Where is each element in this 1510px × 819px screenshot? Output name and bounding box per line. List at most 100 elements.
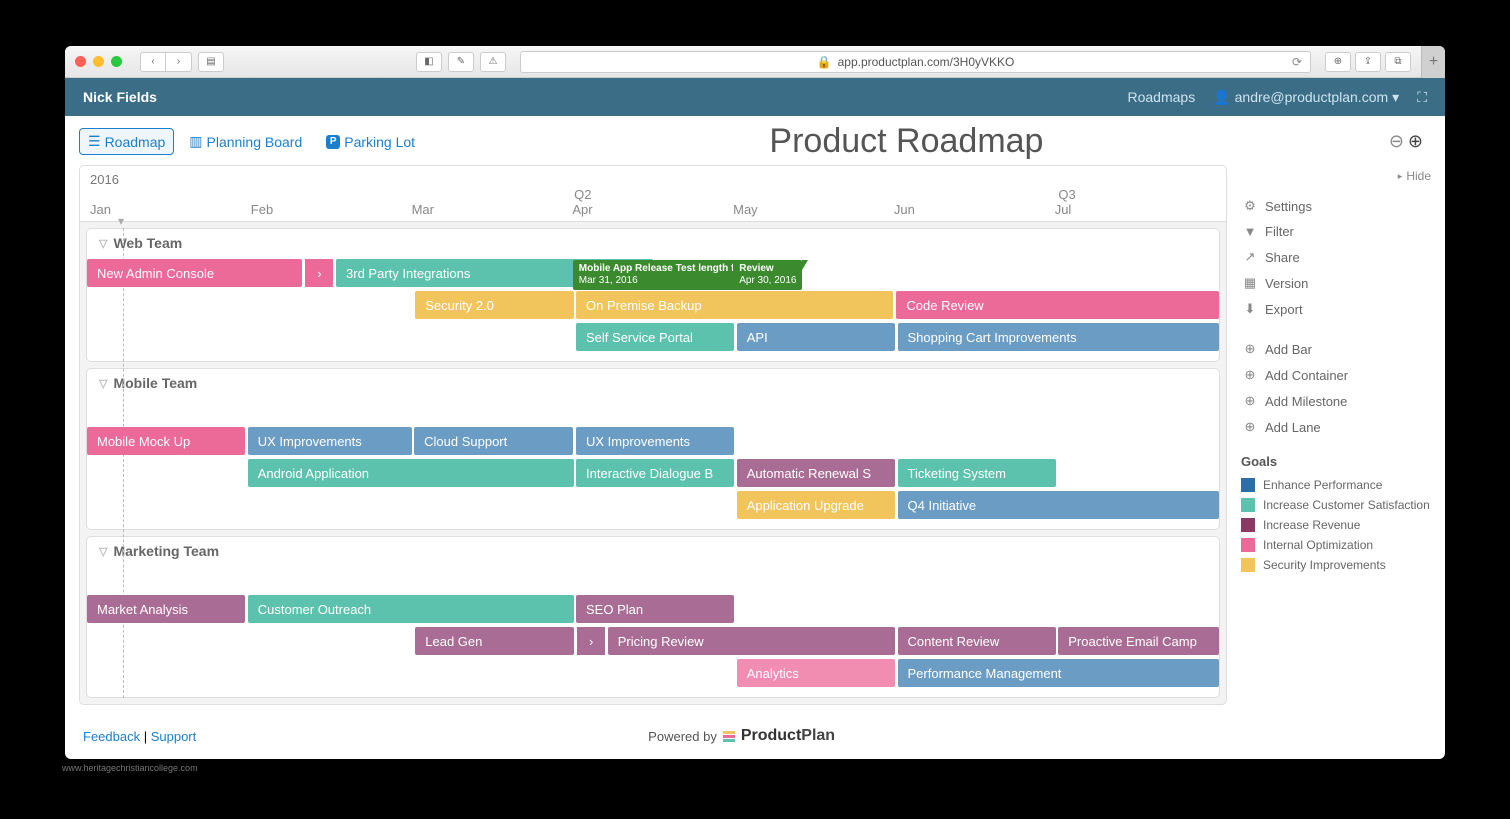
lane-row: Android ApplicationInteractive Dialogue …	[87, 459, 1219, 489]
parking-icon: P	[326, 135, 340, 149]
tab-roadmap[interactable]: ☰Roadmap	[79, 128, 174, 155]
month-label: Jun	[894, 202, 1055, 217]
roadmap-bar[interactable]: Self Service Portal	[576, 323, 734, 351]
goal-item[interactable]: Enhance Performance	[1241, 475, 1431, 495]
account-email: andre@productplan.com	[1235, 89, 1389, 105]
tabs-icon[interactable]: ⧉	[1385, 52, 1411, 72]
tab-label: Planning Board	[207, 134, 303, 150]
lane: ▽Mobile TeamMobile App Release Test leng…	[86, 368, 1220, 530]
roadmap-bar[interactable]: SEO Plan	[576, 595, 734, 623]
wand-icon[interactable]: ✎	[448, 52, 474, 72]
roadmap-bar[interactable]: Application Upgrade	[737, 491, 895, 519]
nav-back-forward[interactable]: ‹›	[140, 52, 192, 72]
side-add-lane[interactable]: ⊕Add Lane	[1241, 414, 1431, 440]
roadmap-bar[interactable]: Pricing Review	[608, 627, 896, 655]
roadmap-bar[interactable]: New Admin Console	[87, 259, 302, 287]
side-add-bar[interactable]: ⊕ Add Bar	[1241, 336, 1431, 362]
plus-circle-icon: ⊕	[1243, 393, 1257, 409]
quarter-label: Q3	[1058, 187, 1216, 202]
side-label: Export	[1265, 302, 1303, 317]
nav-roadmaps[interactable]: Roadmaps	[1127, 89, 1195, 105]
roadmap-bar[interactable]: Shopping Cart Improvements	[898, 323, 1219, 351]
roadmap-bar[interactable]: Code Review	[896, 291, 1219, 319]
lane-header[interactable]: ▽Marketing Team	[87, 537, 1219, 565]
side-export[interactable]: ⬇Export	[1241, 296, 1431, 322]
roadmap-bar[interactable]: Android Application	[248, 459, 574, 487]
brand-part1: Product	[741, 727, 801, 744]
zoom-out-icon[interactable]: ⊖	[1389, 131, 1404, 152]
lane-header[interactable]: ▽Web Team	[87, 229, 1219, 257]
roadmap-bar[interactable]: Market Analysis	[87, 595, 245, 623]
roadmap-bar[interactable]: Performance Management	[898, 659, 1219, 687]
page-title: Product Roadmap	[430, 122, 1383, 161]
roadmap-bar[interactable]: UX Improvements	[576, 427, 734, 455]
feedback-link[interactable]: Feedback	[83, 729, 140, 744]
hide-sidebar[interactable]: Hide	[1241, 165, 1431, 187]
support-link[interactable]: Support	[151, 729, 197, 744]
sidebar-toggle-icon[interactable]: ▤	[198, 52, 224, 72]
download-icon[interactable]: ⊕	[1325, 52, 1351, 72]
traffic-lights[interactable]	[75, 56, 122, 67]
roadmap-bar[interactable]: Mobile Mock Up	[87, 427, 245, 455]
plus-circle-icon: ⊕	[1243, 341, 1257, 357]
side-filter[interactable]: ▼Filter	[1241, 219, 1431, 244]
toolbar-icon[interactable]: ◧	[416, 52, 442, 72]
goal-swatch	[1241, 498, 1255, 512]
roadmap-bar[interactable]: Q4 Initiative	[898, 491, 1219, 519]
new-tab-button[interactable]: +	[1421, 46, 1445, 78]
reload-icon[interactable]: ⟳	[1292, 55, 1302, 69]
expand-bar-icon[interactable]: ›	[305, 259, 333, 287]
view-tabs: ☰Roadmap ▥Planning Board PParking Lot Pr…	[65, 116, 1445, 165]
chevron-down-icon: ▽	[99, 237, 107, 250]
goal-item[interactable]: Security Improvements	[1241, 555, 1431, 575]
goal-item[interactable]: Increase Revenue	[1241, 515, 1431, 535]
side-label: Share	[1265, 250, 1300, 265]
tab-planning-board[interactable]: ▥Planning Board	[180, 128, 311, 155]
roadmap-bar[interactable]: Cloud Support	[414, 427, 572, 455]
side-settings[interactable]: ⚙Settings	[1241, 193, 1431, 219]
quarter-label: Q2	[574, 187, 1058, 202]
side-add-container[interactable]: ⊕ Add Container	[1241, 362, 1431, 388]
side-label: Add Container	[1265, 368, 1348, 383]
goal-item[interactable]: Increase Customer Satisfaction	[1241, 495, 1431, 515]
milestone-marker[interactable]: ReviewApr 30, 2016	[733, 260, 802, 290]
url-bar[interactable]: 🔒 app.productplan.com/3H0yVKKO ⟳	[520, 51, 1311, 73]
roadmap-bar[interactable]: Automatic Renewal S	[737, 459, 895, 487]
lane-header[interactable]: ▽Mobile Team	[87, 369, 1219, 397]
month-label: Apr	[572, 202, 733, 217]
roadmap-bar[interactable]: Content Review	[898, 627, 1056, 655]
roadmap-bar[interactable]: UX Improvements	[248, 427, 412, 455]
tab-parking-lot[interactable]: PParking Lot	[317, 129, 424, 155]
fullscreen-icon[interactable]: ⛶	[1417, 89, 1427, 106]
share-icon[interactable]: ⇪	[1355, 52, 1381, 72]
side-share[interactable]: ↗ Share	[1241, 244, 1431, 270]
goals-heading: Goals	[1241, 454, 1431, 469]
plus-circle-icon: ⊕	[1243, 367, 1257, 383]
lane: ▽Marketing TeamReviewApr 30, 2016Market …	[86, 536, 1220, 698]
roadmap-bar[interactable]: Analytics	[737, 659, 895, 687]
roadmap-icon: ☰	[88, 133, 101, 150]
roadmap-bar[interactable]: On Premise Backup	[576, 291, 893, 319]
side-label: Filter	[1265, 224, 1294, 239]
milestone-marker[interactable]: Mobile App Release Test length f...Mar 3…	[573, 260, 749, 290]
version-icon: ▦	[1243, 275, 1257, 291]
goal-item[interactable]: Internal Optimization	[1241, 535, 1431, 555]
zoom-controls[interactable]: ⊖⊕	[1389, 131, 1423, 152]
side-version[interactable]: ▦Version	[1241, 270, 1431, 296]
warning-icon[interactable]: ⚠	[480, 52, 506, 72]
roadmap-bar[interactable]: Proactive Email Camp	[1058, 627, 1219, 655]
tab-label: Roadmap	[105, 134, 166, 150]
lane-row: Security 2.0On Premise BackupCode Review	[87, 291, 1219, 321]
nav-account[interactable]: 👤 andre@productplan.com ▾	[1213, 89, 1399, 106]
share-icon: ↗	[1243, 249, 1257, 265]
roadmap-bar[interactable]: Lead Gen	[415, 627, 573, 655]
roadmap-bar[interactable]: Customer Outreach	[248, 595, 574, 623]
zoom-in-icon[interactable]: ⊕	[1408, 131, 1423, 152]
roadmap-bar[interactable]: API	[737, 323, 895, 351]
roadmap-bar[interactable]: Interactive Dialogue B	[576, 459, 734, 487]
roadmap-bar[interactable]: Security 2.0	[415, 291, 573, 319]
side-label: Add Bar	[1265, 342, 1312, 357]
expand-bar-icon[interactable]: ›	[577, 627, 605, 655]
side-add-milestone[interactable]: ⊕Add Milestone	[1241, 388, 1431, 414]
roadmap-bar[interactable]: Ticketing System	[898, 459, 1056, 487]
